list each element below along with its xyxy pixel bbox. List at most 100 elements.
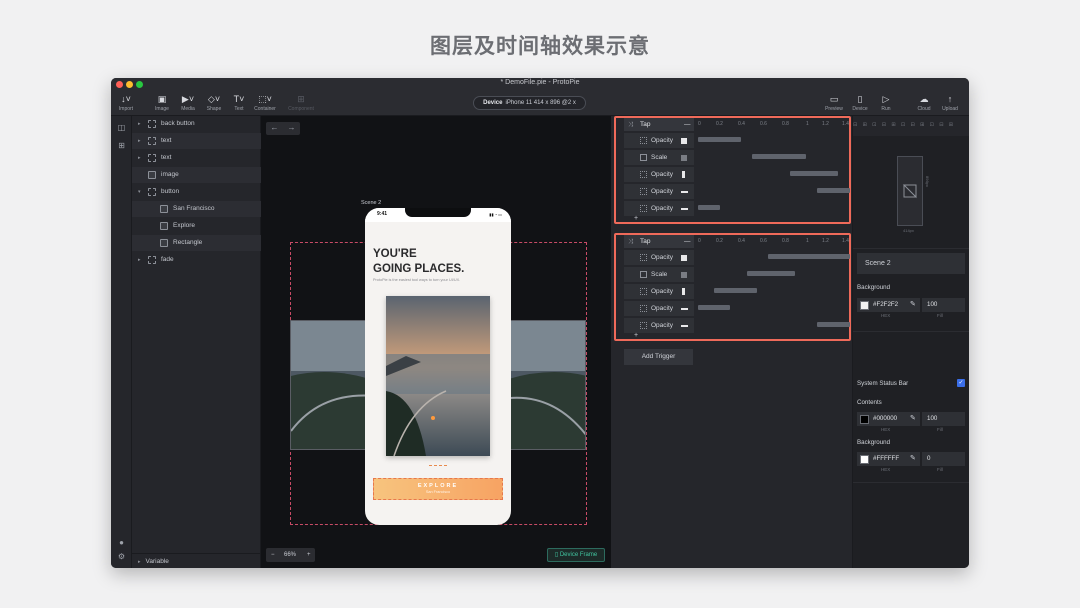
component-button[interactable]: ⊞ Component — [286, 94, 316, 112]
timeline-bar[interactable] — [698, 305, 731, 310]
zoom-level[interactable]: 66% — [284, 548, 296, 562]
explore-button[interactable]: EXPLORE San Francisco — [373, 478, 503, 500]
layer-row[interactable]: ▸ fade — [132, 252, 261, 268]
status-bar-checkbox[interactable]: ✓ — [957, 379, 965, 387]
thumbnail-height: 896px — [925, 176, 930, 187]
scene-label: Scene 2 — [361, 200, 382, 206]
expand-arrow-icon[interactable]: ▸ — [138, 116, 144, 132]
run-icon: ▷ — [882, 94, 890, 104]
user-icon[interactable]: ● — [117, 538, 126, 547]
run-button[interactable]: ▷ Run — [871, 94, 901, 112]
variable-section[interactable]: ▸ Variable — [132, 553, 261, 568]
layer-row[interactable]: ▸ back button — [132, 116, 261, 132]
background-fill-field[interactable]: 100 — [922, 298, 965, 312]
hero-photo[interactable] — [386, 296, 490, 456]
device-frame-toggle[interactable]: ▯ Device Frame — [547, 548, 605, 562]
layer-row[interactable]: image — [132, 167, 261, 183]
container-layer-icon — [148, 188, 156, 196]
eyedropper-icon[interactable]: ✎ — [910, 298, 916, 312]
timeline-bar[interactable] — [789, 171, 839, 176]
page-indicator — [429, 465, 447, 467]
eyedropper-icon[interactable]: ✎ — [910, 412, 916, 426]
response-row[interactable]: Opacity — [624, 317, 694, 333]
layer-row[interactable]: ▾ button — [132, 184, 261, 200]
timeline-bar[interactable] — [816, 322, 850, 327]
interaction-group-2: ⤨ Tap — 0 0.2 0.4 0.6 0.8 1 1.2 1.4 Opacity Scale… — [614, 233, 851, 341]
timeline-bar[interactable] — [714, 288, 758, 293]
expand-arrow-icon[interactable]: ▸ — [138, 252, 144, 268]
phone-mockup[interactable]: 9:41 ▮▮ ◔ ▭ YOU'RE GOING PLACES. ProtoPi… — [365, 208, 511, 525]
timeline-bar[interactable] — [746, 271, 796, 276]
response-row[interactable]: Scale — [624, 266, 694, 282]
canvas[interactable]: ← → Scene 2 9:41 ▮▮ ◔ ▭ YOU'RE GOING PLA… — [261, 116, 611, 568]
layer-row[interactable]: ▸ text — [132, 133, 261, 149]
collapse-trigger-icon[interactable]: — — [684, 118, 691, 131]
layer-row[interactable]: ▸ text — [132, 150, 261, 166]
zoom-in-button[interactable]: + — [307, 548, 311, 562]
collapse-arrow-icon[interactable]: ▾ — [138, 184, 144, 200]
layer-swatch — [681, 272, 687, 278]
layers-panel-icon[interactable]: ◫ — [117, 123, 126, 132]
side-image-right[interactable] — [501, 320, 586, 450]
chevron-right-icon: ▸ — [138, 559, 141, 565]
trigger-row[interactable]: ⤨ Tap — — [624, 235, 694, 248]
timeline-bar[interactable] — [752, 154, 806, 159]
color-chip[interactable] — [860, 301, 869, 310]
add-response-button[interactable]: + — [634, 215, 638, 222]
scene-name-field[interactable]: Scene 2 — [857, 253, 965, 274]
add-scene-icon[interactable]: ⊞ — [117, 141, 126, 150]
side-image-left[interactable] — [290, 320, 375, 450]
response-row[interactable]: Opacity — [624, 300, 694, 316]
response-row[interactable]: Opacity — [624, 249, 694, 265]
timeline-bar[interactable] — [816, 188, 850, 193]
status-background-label: Background — [857, 439, 891, 446]
response-row[interactable]: Opacity — [624, 183, 694, 199]
page-heading: 图层及时间轴效果示意 — [430, 34, 650, 58]
headline-line-1: YOU'RE — [373, 248, 417, 260]
color-chip[interactable] — [860, 455, 869, 464]
settings-gear-icon[interactable]: ⚙ — [117, 552, 126, 561]
status-bg-fill-field[interactable]: 0 — [922, 452, 965, 466]
timeline-bar[interactable] — [768, 254, 850, 259]
layer-row[interactable]: San Francisco — [132, 201, 261, 217]
contents-fill-field[interactable]: 100 — [922, 412, 965, 426]
timeline-bar[interactable] — [698, 137, 742, 142]
response-row[interactable]: Scale — [624, 149, 694, 165]
landscape-photo — [502, 321, 585, 449]
response-icon — [640, 305, 647, 312]
image-layer-icon — [148, 171, 156, 179]
color-chip[interactable] — [860, 415, 869, 424]
layer-swatch — [681, 255, 687, 261]
layer-swatch — [681, 155, 687, 161]
response-row[interactable]: Opacity — [624, 132, 694, 148]
response-row[interactable]: Opacity — [624, 200, 694, 216]
expand-arrow-icon[interactable]: ▸ — [138, 150, 144, 166]
add-response-button[interactable]: + — [634, 332, 638, 339]
fill-caption: Fill — [937, 313, 943, 318]
expand-arrow-icon[interactable]: ▸ — [138, 133, 144, 149]
background-hex-field[interactable]: #F2F2F2 ✎ — [857, 298, 920, 312]
container-layer-icon — [148, 137, 156, 145]
response-icon — [640, 271, 647, 278]
import-button[interactable]: ↓˅ Import — [111, 94, 141, 112]
container-button[interactable]: ⬚˅ Container — [250, 94, 280, 112]
timeline-bar[interactable] — [698, 205, 720, 210]
forward-arrow-icon[interactable]: → — [283, 123, 300, 132]
layer-row[interactable]: Explore — [132, 218, 261, 234]
back-arrow-icon[interactable]: ← — [266, 123, 283, 132]
status-bg-hex-field[interactable]: #FFFFFF ✎ — [857, 452, 920, 466]
collapse-trigger-icon[interactable]: — — [684, 235, 691, 248]
layer-row[interactable]: Rectangle — [132, 235, 261, 251]
response-row[interactable]: Opacity — [624, 283, 694, 299]
upload-button[interactable]: ↑ Upload — [935, 94, 965, 112]
alignment-toolbar[interactable]: ⊟ ⊞ ⊡ ⊟ ⊞ ⊡ ⊟ ⊞ ⊡ ⊟ ⊞ — [853, 116, 969, 136]
layer-swatch — [681, 325, 688, 327]
trigger-row[interactable]: ⤨ Tap — — [624, 118, 694, 131]
zoom-out-button[interactable]: − — [271, 548, 275, 562]
eyedropper-icon[interactable]: ✎ — [910, 452, 916, 466]
device-selector[interactable]: Device iPhone 11 414 x 896 @2 x — [473, 96, 586, 110]
response-row[interactable]: Opacity — [624, 166, 694, 182]
contents-hex-field[interactable]: #000000 ✎ — [857, 412, 920, 426]
add-trigger-button[interactable]: Add Trigger — [624, 349, 693, 365]
divider — [853, 331, 969, 332]
